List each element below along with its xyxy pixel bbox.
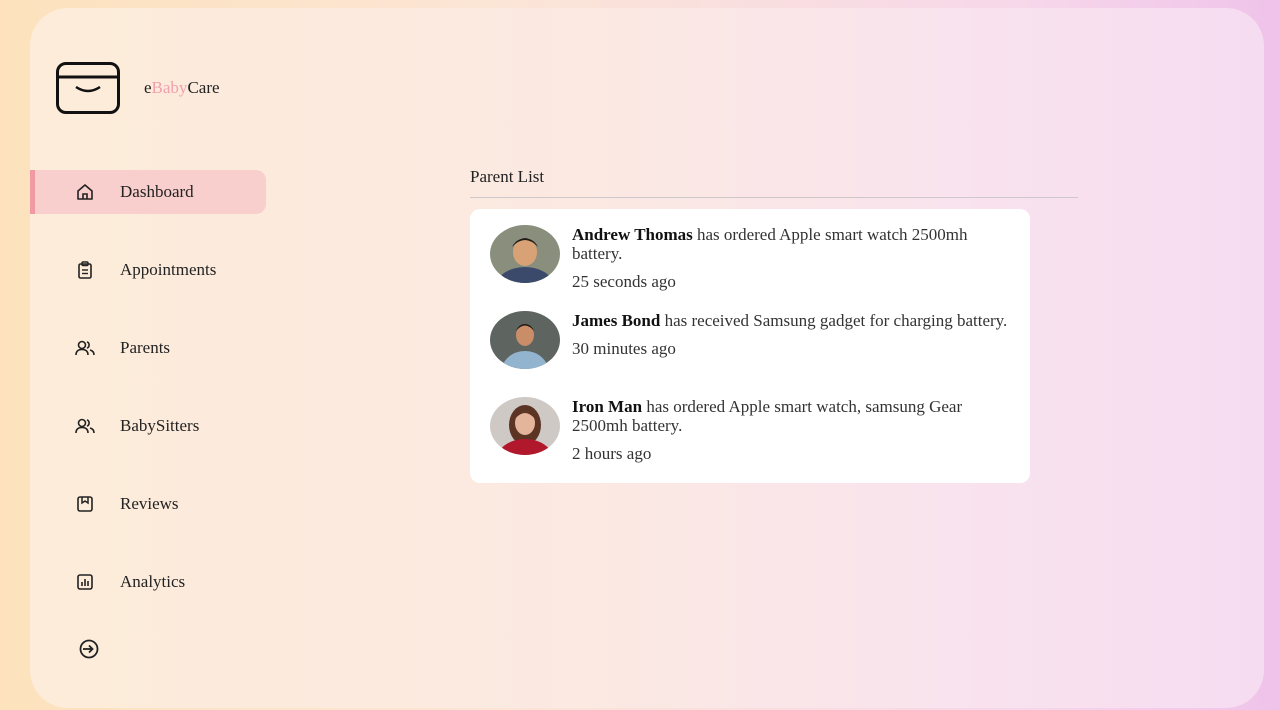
bag-icon	[56, 62, 120, 114]
sidebar-item-parents[interactable]: Parents	[30, 326, 266, 370]
sidebar-item-analytics[interactable]: Analytics	[30, 560, 266, 604]
sidebar-item-reviews[interactable]: Reviews	[30, 482, 266, 526]
sidebar-item-label: Reviews	[120, 494, 179, 513]
activity-item[interactable]: Iron Man has ordered Apple smart watch, …	[490, 397, 1010, 464]
bookmark-box-icon	[74, 493, 96, 515]
sidebar-item-label: BabySitters	[120, 416, 200, 435]
sidebar-item-appointments[interactable]: Appointments	[30, 248, 266, 292]
activity-item[interactable]: Andrew Thomas has ordered Apple smart wa…	[490, 225, 1010, 292]
activity-time: 30 minutes ago	[572, 339, 676, 358]
activity-name: James Bond	[572, 311, 661, 330]
sidebar-item-label: Parents	[120, 338, 171, 357]
clipboard-icon	[74, 259, 96, 281]
activity-time: 25 seconds ago	[572, 272, 676, 291]
activity-item[interactable]: James Bond has received Samsung gadget f…	[490, 311, 1010, 369]
sidebar-item-label: Appointments	[120, 260, 217, 279]
section-title: Parent List	[470, 167, 545, 186]
logout-icon[interactable]	[78, 638, 100, 660]
home-icon	[74, 181, 96, 203]
activity-name: Andrew Thomas	[572, 225, 693, 244]
avatar	[490, 397, 560, 455]
activity-card: Andrew Thomas has ordered Apple smart wa…	[470, 209, 1030, 483]
sidebar-item-babysitters[interactable]: BabySitters	[30, 404, 266, 448]
users-icon	[74, 337, 96, 359]
brand-name: eBabyCare	[144, 78, 220, 97]
activity-time: 2 hours ago	[572, 444, 652, 463]
brand-logo[interactable]: eBabyCare	[56, 62, 220, 114]
avatar	[490, 311, 560, 369]
sidebar-item-label: Dashboard	[120, 182, 194, 201]
activity-message: has received Samsung gadget for charging…	[660, 311, 1008, 330]
sidebar-item-label: Analytics	[120, 572, 186, 591]
bar-chart-icon	[74, 571, 96, 593]
sidebar-item-dashboard[interactable]: Dashboard	[30, 170, 266, 214]
activity-name: Iron Man	[572, 397, 643, 416]
section-divider	[470, 197, 1078, 198]
users-icon	[74, 415, 96, 437]
avatar	[490, 225, 560, 283]
